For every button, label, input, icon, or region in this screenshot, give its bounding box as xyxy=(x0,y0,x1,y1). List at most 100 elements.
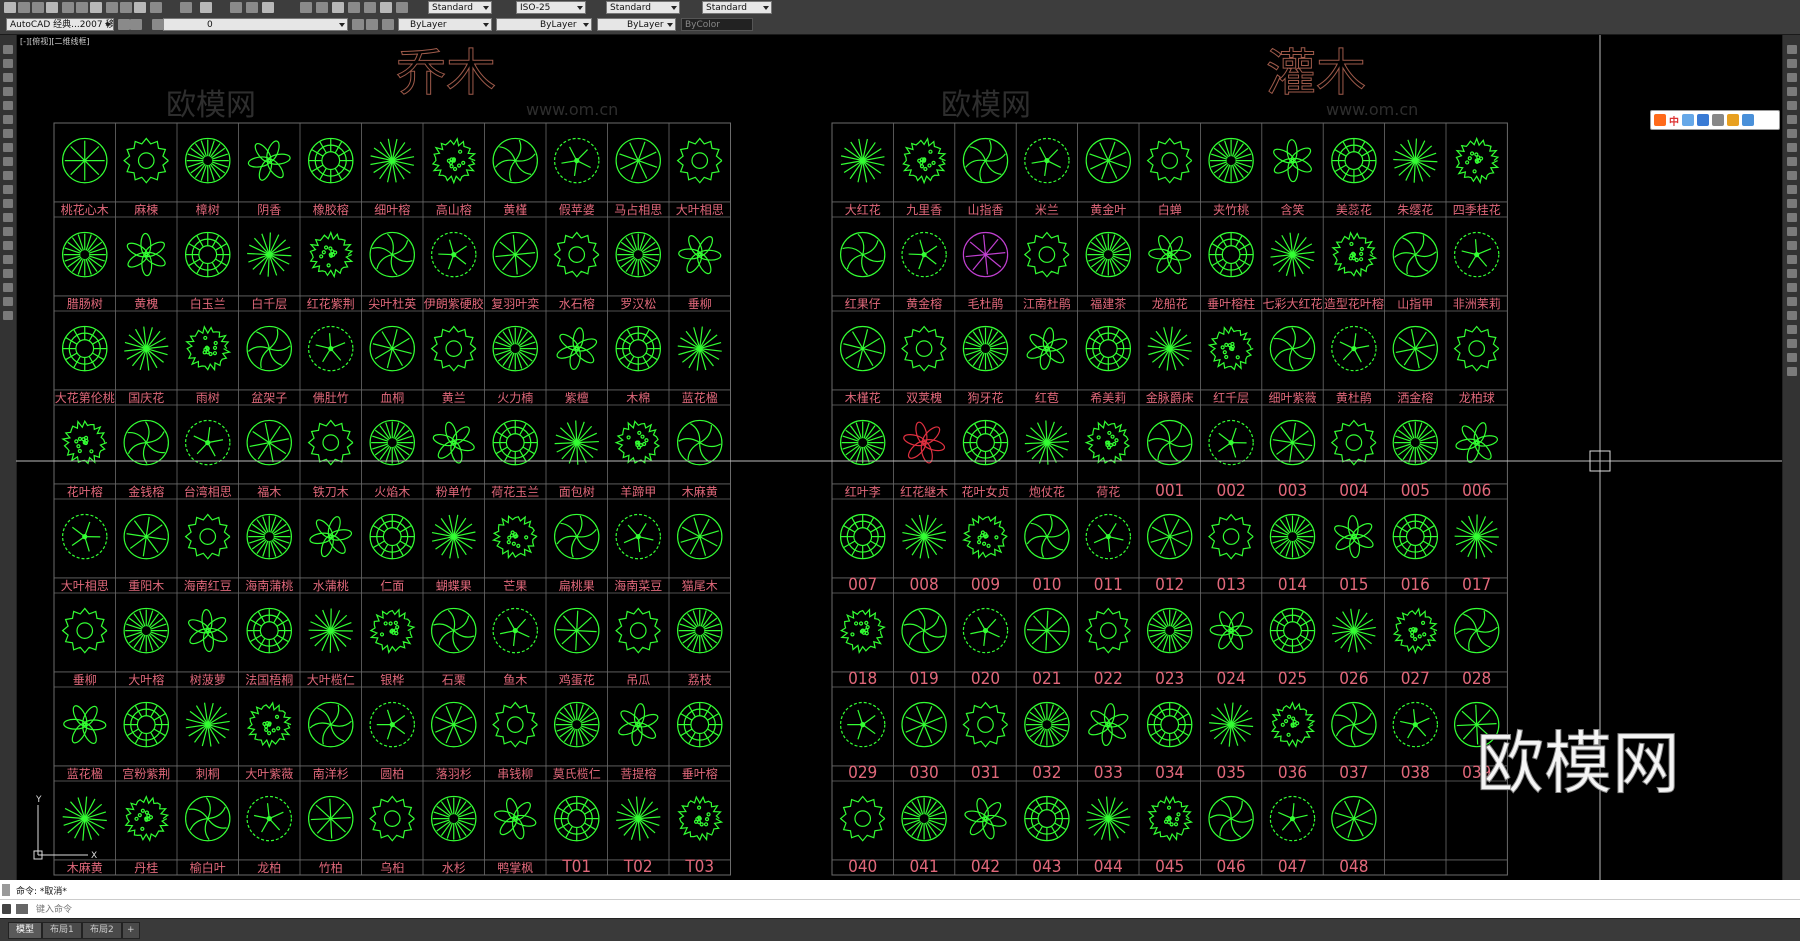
explode-icon[interactable] xyxy=(1787,269,1797,278)
align-icon[interactable] xyxy=(1787,297,1797,306)
point-icon[interactable] xyxy=(3,227,13,236)
ime-mic-icon[interactable] xyxy=(1697,114,1709,126)
cut-icon[interactable] xyxy=(106,2,118,13)
join-icon[interactable] xyxy=(1787,227,1797,236)
saveas-icon[interactable] xyxy=(46,2,58,13)
offset-icon[interactable] xyxy=(1787,87,1797,96)
ellipse-arc-icon[interactable] xyxy=(3,185,13,194)
insert-block-icon[interactable] xyxy=(3,199,13,208)
help-icon[interactable] xyxy=(396,2,408,13)
stretch-icon[interactable] xyxy=(1787,157,1797,166)
chamfer-icon[interactable] xyxy=(1787,241,1797,250)
gradient-icon[interactable] xyxy=(3,255,13,264)
mleader-style-combo[interactable]: Standard xyxy=(702,1,772,14)
sheetset-icon[interactable] xyxy=(348,2,360,13)
ime-punct-icon[interactable] xyxy=(1682,114,1694,126)
copy-icon[interactable] xyxy=(120,2,132,13)
table-icon[interactable] xyxy=(3,283,13,292)
command-prompt-icon[interactable] xyxy=(16,904,28,914)
zoomprev-icon[interactable] xyxy=(262,2,274,13)
copy-object-icon[interactable] xyxy=(1787,59,1797,68)
rotate-icon[interactable] xyxy=(1787,129,1797,138)
matchprop-icon[interactable] xyxy=(150,2,162,13)
viewport-label[interactable]: [-][俯视][二维线框] xyxy=(20,36,90,46)
spline-icon[interactable] xyxy=(3,157,13,166)
ime-toolbar[interactable]: 中 xyxy=(1650,110,1780,130)
line-icon[interactable] xyxy=(3,45,13,54)
pan-icon[interactable] xyxy=(230,2,242,13)
ellipse-icon[interactable] xyxy=(3,171,13,180)
mirror-icon[interactable] xyxy=(1787,73,1797,82)
command-input[interactable] xyxy=(34,902,1778,918)
lengthen-icon[interactable] xyxy=(1787,311,1797,320)
fillet-icon[interactable] xyxy=(1787,255,1797,264)
designcenter-icon[interactable] xyxy=(316,2,328,13)
plot-icon[interactable] xyxy=(62,2,74,13)
rectangle-icon[interactable] xyxy=(3,101,13,110)
redo-icon[interactable] xyxy=(200,2,212,13)
properties-palette-icon[interactable] xyxy=(1787,367,1797,376)
hatch-icon[interactable] xyxy=(3,241,13,250)
wrench-icon[interactable] xyxy=(2,904,11,914)
blend-icon[interactable] xyxy=(1787,283,1797,292)
layer-combo[interactable]: 0 xyxy=(163,18,348,31)
tab-layout2[interactable]: 布局2 xyxy=(82,922,122,939)
measure-icon[interactable] xyxy=(1787,339,1797,348)
preview-icon[interactable] xyxy=(76,2,88,13)
circle-icon[interactable] xyxy=(3,129,13,138)
tab-layout1[interactable]: 布局1 xyxy=(42,922,82,939)
workspace-combo[interactable]: AutoCAD 经典...2007 移植 xyxy=(6,18,114,31)
erase-icon[interactable] xyxy=(1787,45,1797,54)
layer-previous-icon[interactable] xyxy=(366,19,378,30)
revcloud-icon[interactable] xyxy=(3,143,13,152)
array-icon[interactable] xyxy=(1787,101,1797,110)
publish-icon[interactable] xyxy=(90,2,102,13)
layer-state-icon[interactable] xyxy=(152,19,164,30)
properties-icon[interactable] xyxy=(300,2,312,13)
region-icon[interactable] xyxy=(3,269,13,278)
make-block-icon[interactable] xyxy=(3,213,13,222)
divide-icon[interactable] xyxy=(1787,325,1797,334)
new-icon[interactable] xyxy=(4,2,16,13)
make-current-icon[interactable] xyxy=(352,19,364,30)
arc-icon[interactable] xyxy=(3,115,13,124)
break-icon[interactable] xyxy=(1787,213,1797,222)
linetype-combo[interactable]: ByLayer xyxy=(496,18,592,31)
plot-style-combo[interactable]: ByColor xyxy=(681,18,753,31)
add-selected-icon[interactable] xyxy=(3,311,13,320)
ime-menu-icon[interactable] xyxy=(1742,114,1754,126)
layer-manager-icon[interactable] xyxy=(130,19,142,30)
pedit-icon[interactable] xyxy=(1787,353,1797,362)
toolpalettes-icon[interactable] xyxy=(332,2,344,13)
paste-icon[interactable] xyxy=(134,2,146,13)
move-icon[interactable] xyxy=(1787,115,1797,124)
drawing-svg[interactable]: [-][俯视][二维线框] 欧模网 www.om.cn 欧模网 www.om.c… xyxy=(16,35,1782,880)
ime-mode-label[interactable]: 中 xyxy=(1669,113,1679,128)
polygon-icon[interactable] xyxy=(3,87,13,96)
color-combo[interactable]: ByLayer xyxy=(398,18,492,31)
text-style-combo[interactable]: Standard xyxy=(428,1,492,14)
model-space-canvas[interactable]: [-][俯视][二维线框] 欧模网 www.om.cn 欧模网 www.om.c… xyxy=(16,35,1782,880)
zoom-icon[interactable] xyxy=(246,2,258,13)
ime-skin-icon[interactable] xyxy=(1727,114,1739,126)
command-history-grip[interactable] xyxy=(2,884,10,896)
scale-icon[interactable] xyxy=(1787,143,1797,152)
dim-style-combo[interactable]: ISO-25 xyxy=(516,1,586,14)
extend-icon[interactable] xyxy=(1787,185,1797,194)
workspace-settings-icon[interactable] xyxy=(118,19,130,30)
save-icon[interactable] xyxy=(32,2,44,13)
trim-icon[interactable] xyxy=(1787,171,1797,180)
undo-icon[interactable] xyxy=(180,2,192,13)
lineweight-combo[interactable]: ByLayer xyxy=(597,18,676,31)
break-at-point-icon[interactable] xyxy=(1787,199,1797,208)
layer-isolate-icon[interactable] xyxy=(382,19,394,30)
ime-keyboard-icon[interactable] xyxy=(1712,114,1724,126)
open-icon[interactable] xyxy=(18,2,30,13)
mtext-icon[interactable] xyxy=(3,297,13,306)
construction-line-icon[interactable] xyxy=(3,59,13,68)
tab-model[interactable]: 模型 xyxy=(8,922,42,939)
table-style-combo[interactable]: Standard xyxy=(606,1,680,14)
add-layout-button[interactable]: + xyxy=(122,922,140,939)
markup-icon[interactable] xyxy=(364,2,376,13)
calc-icon[interactable] xyxy=(380,2,392,13)
